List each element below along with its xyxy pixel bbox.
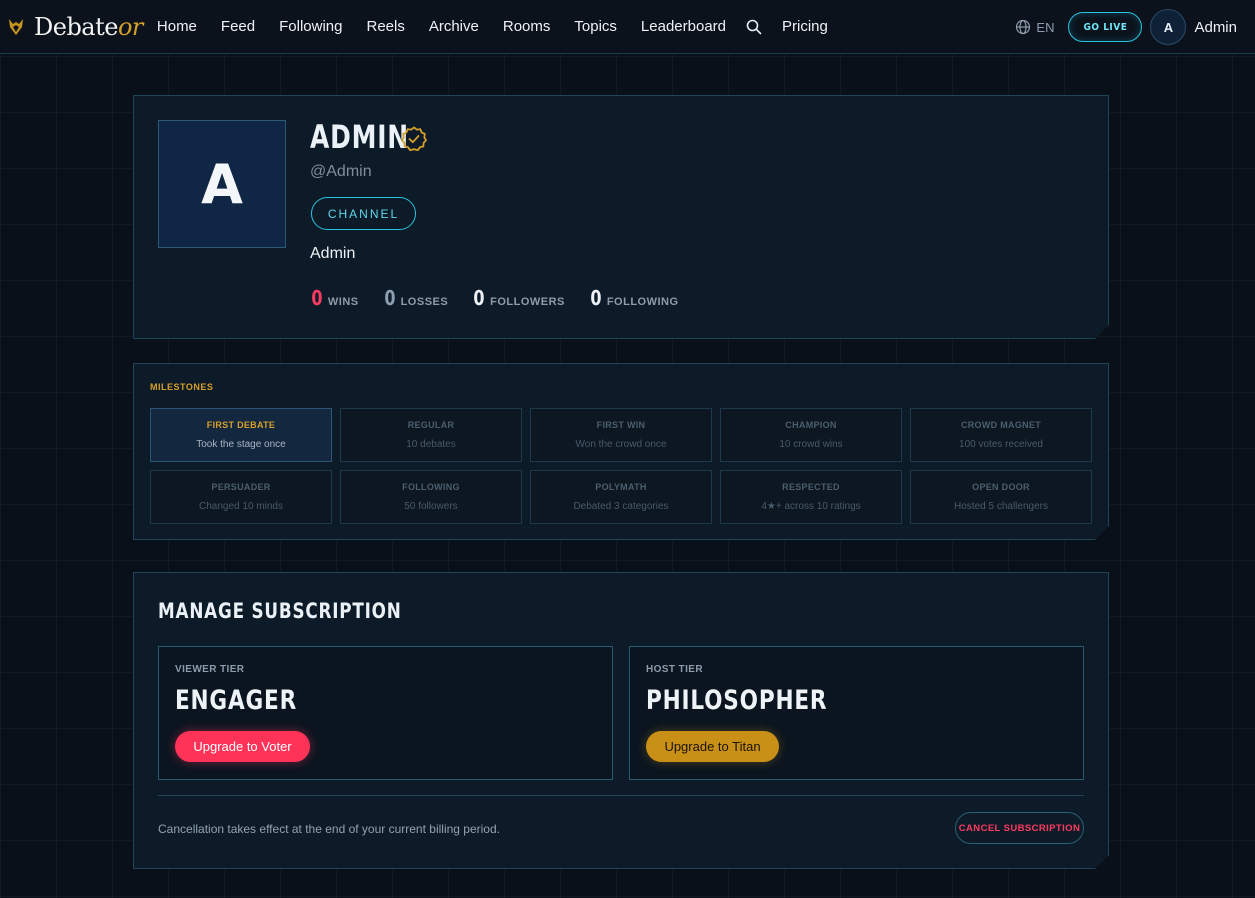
- milestone-desc: Debated 3 categories: [573, 501, 669, 512]
- profile-avatar: A: [158, 120, 286, 248]
- milestone-tile: FIRST DEBATE Took the stage once: [150, 408, 332, 462]
- profile-handle: @Admin: [310, 163, 372, 180]
- upgrade-to-voter-button[interactable]: Upgrade to Voter: [175, 731, 310, 762]
- stat-following-value: 0: [590, 286, 602, 310]
- stat-followers-label: FOLLOWERS: [490, 296, 565, 308]
- profile-card: A ADMIN @Admin CHANNEL Admin 0 WINS 0 LO…: [133, 95, 1109, 339]
- stat-losses-value: 0: [384, 286, 396, 310]
- milestone-desc: Hosted 5 challengers: [954, 501, 1048, 512]
- milestone-desc: Won the crowd once: [575, 439, 667, 450]
- channel-button[interactable]: CHANNEL: [311, 197, 416, 230]
- stat-following-label: FOLLOWING: [606, 296, 679, 308]
- stat-wins: 0 WINS: [310, 286, 359, 310]
- milestones-grid: FIRST DEBATE Took the stage once REGULAR 1…: [150, 408, 1092, 524]
- language-code: EN: [1036, 19, 1055, 35]
- milestone-desc: Took the stage once: [196, 439, 286, 450]
- milestone-tile: REGULAR 10 debates: [340, 408, 522, 462]
- stat-losses-label: LOSSES: [400, 296, 449, 308]
- language-selector[interactable]: EN: [1015, 19, 1054, 35]
- stat-wins-value: 0: [311, 286, 323, 310]
- nav-topics[interactable]: Topics: [574, 18, 617, 35]
- logo[interactable]: Debateor: [8, 13, 143, 41]
- milestone-name: REGULAR: [407, 420, 455, 430]
- milestone-desc: 4★+ across 10 ratings: [761, 501, 861, 512]
- profile-bio: Admin: [310, 245, 356, 262]
- viewer-tier-box: VIEWER TIER ENGAGER Upgrade to Voter: [158, 646, 613, 780]
- nav-feed[interactable]: Feed: [221, 18, 255, 35]
- cancel-subscription-button[interactable]: CANCEL SUBSCRIPTION: [955, 812, 1084, 844]
- milestone-name: RESPECTED: [782, 482, 840, 492]
- globe-icon: [1016, 19, 1031, 35]
- milestone-tile: PERSUADER Changed 10 minds: [150, 470, 332, 524]
- search-icon[interactable]: [746, 19, 762, 35]
- viewer-tier-label: VIEWER TIER: [175, 664, 245, 675]
- milestone-desc: 10 debates: [406, 439, 456, 450]
- milestones-title: MILESTONES: [150, 382, 214, 392]
- stat-following[interactable]: 0 FOLLOWING: [589, 286, 679, 310]
- header-actions: EN GO LIVE A Admin: [1015, 0, 1237, 54]
- milestones-card: MILESTONES FIRST DEBATE Took the stage on…: [133, 363, 1109, 540]
- logo-text-main: Debate: [34, 12, 118, 41]
- main-nav: Home Feed Following Reels Archive Rooms …: [157, 18, 852, 35]
- profile-stats: 0 WINS 0 LOSSES 0 FOLLOWERS 0 FOLLOWING: [310, 286, 703, 310]
- cancellation-note: Cancellation takes effect at the end of …: [158, 822, 500, 836]
- nav-reels[interactable]: Reels: [366, 18, 404, 35]
- stat-followers[interactable]: 0 FOLLOWERS: [472, 286, 565, 310]
- milestone-name: CROWD MAGNET: [960, 420, 1042, 430]
- go-live-button[interactable]: GO LIVE: [1068, 12, 1143, 42]
- milestone-name: FOLLOWING: [402, 482, 460, 492]
- milestone-desc: Changed 10 minds: [199, 501, 283, 512]
- upgrade-to-titan-button[interactable]: Upgrade to Titan: [646, 731, 779, 762]
- top-navigation-bar: Debateor Home Feed Following Reels Archi…: [0, 0, 1255, 54]
- viewer-tier-name: ENGAGER: [175, 685, 297, 716]
- profile-name: ADMIN: [310, 118, 409, 156]
- verified-badge-icon: [401, 126, 427, 152]
- user-avatar[interactable]: A: [1150, 9, 1187, 45]
- nav-leaderboard[interactable]: Leaderboard: [641, 18, 726, 35]
- user-name[interactable]: Admin: [1194, 19, 1237, 36]
- logo-text-accent: or: [117, 12, 143, 41]
- milestone-tile: POLYMATH Debated 3 categories: [530, 470, 712, 524]
- nav-pricing[interactable]: Pricing: [782, 18, 828, 35]
- milestone-desc: 50 followers: [404, 501, 458, 512]
- stat-losses: 0 LOSSES: [383, 286, 449, 310]
- milestone-tile: FOLLOWING 50 followers: [340, 470, 522, 524]
- nav-following[interactable]: Following: [279, 18, 342, 35]
- milestone-tile: OPEN DOOR Hosted 5 challengers: [910, 470, 1092, 524]
- milestone-name: FIRST WIN: [596, 420, 646, 430]
- milestone-tile: FIRST WIN Won the crowd once: [530, 408, 712, 462]
- milestone-name: CHAMPION: [785, 420, 837, 430]
- subscription-title: MANAGE SUBSCRIPTION: [158, 599, 402, 623]
- host-tier-box: HOST TIER PHILOSOPHER Upgrade to Titan: [629, 646, 1084, 780]
- milestone-tile: CHAMPION 10 crowd wins: [720, 408, 902, 462]
- nav-home[interactable]: Home: [157, 18, 197, 35]
- stat-wins-label: WINS: [327, 296, 359, 308]
- milestone-name: PERSUADER: [211, 482, 271, 492]
- milestone-name: OPEN DOOR: [972, 482, 1030, 492]
- horned-helmet-icon: [9, 18, 23, 35]
- logo-text: Debateor: [34, 13, 143, 41]
- stat-followers-value: 0: [473, 286, 485, 310]
- host-tier-label: HOST TIER: [646, 664, 703, 675]
- nav-archive[interactable]: Archive: [429, 18, 479, 35]
- host-tier-name: PHILOSOPHER: [646, 685, 828, 716]
- subscription-card: MANAGE SUBSCRIPTION VIEWER TIER ENGAGER …: [133, 572, 1109, 869]
- nav-rooms[interactable]: Rooms: [503, 18, 551, 35]
- milestone-name: FIRST DEBATE: [206, 420, 276, 430]
- milestone-desc: 100 votes received: [959, 439, 1043, 450]
- milestone-tile: RESPECTED 4★+ across 10 ratings: [720, 470, 902, 524]
- milestone-tile: CROWD MAGNET 100 votes received: [910, 408, 1092, 462]
- milestone-name: POLYMATH: [595, 482, 647, 492]
- milestone-desc: 10 crowd wins: [779, 439, 843, 450]
- divider: [158, 795, 1084, 796]
